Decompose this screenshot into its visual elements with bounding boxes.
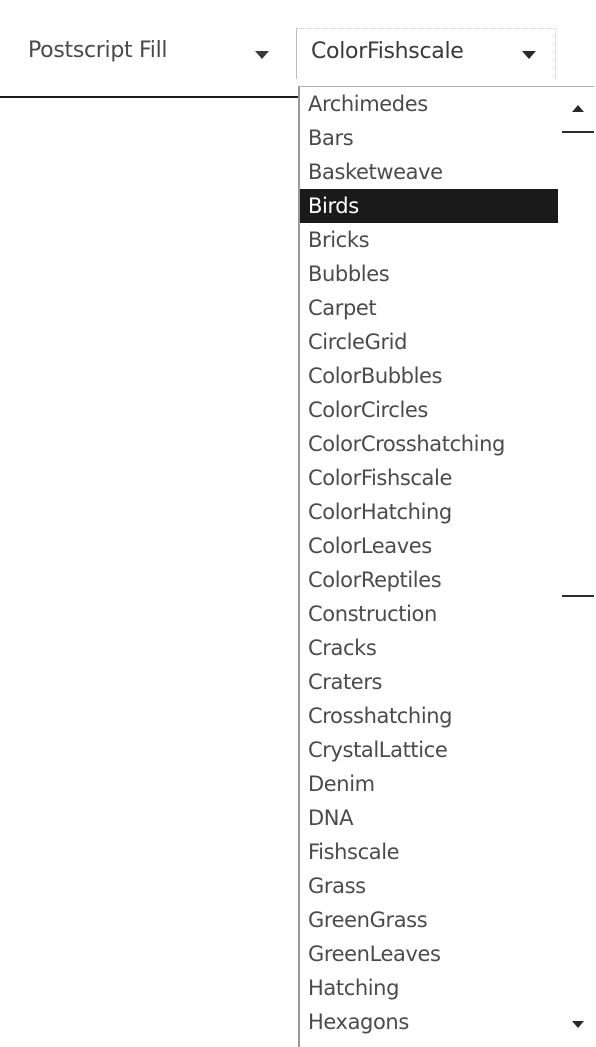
list-item-bars[interactable]: Bars [300,121,562,155]
list-item-denim[interactable]: Denim [300,767,562,801]
fill-toolbar: Postscript Fill ColorFishscale [0,0,596,98]
list-item-crosshatching[interactable]: Crosshatching [300,699,562,733]
list-item-dna[interactable]: DNA [300,801,562,835]
list-item-colorhatching[interactable]: ColorHatching [300,495,562,529]
list-item-circlegrid[interactable]: CircleGrid [300,325,562,359]
scroll-thumb[interactable] [562,131,594,597]
list-item-cracks[interactable]: Cracks [300,631,562,665]
list-item-basketweave[interactable]: Basketweave [300,155,562,189]
list-item-construction[interactable]: Construction [300,597,562,631]
list-item-colorbubbles[interactable]: ColorBubbles [300,359,562,393]
list-item-hexagons[interactable]: Hexagons [300,1005,562,1039]
list-item-bubbles[interactable]: Bubbles [300,257,562,291]
chevron-down-icon[interactable] [248,41,276,69]
pattern-dropdown[interactable]: ColorFishscale [296,28,556,79]
list-item-fishscale[interactable]: Fishscale [300,835,562,869]
list-item-carpet[interactable]: Carpet [300,291,562,325]
list-item-colorfishscale[interactable]: ColorFishscale [300,461,562,495]
pattern-dropdown-list[interactable]: Archimedes Bars Basketweave Birds Bricks Bubb… [298,86,594,1047]
toolbar-divider [0,96,306,98]
pattern-value: ColorFishscale [311,39,464,64]
list-item-colorcircles[interactable]: ColorCircles [300,393,562,427]
list-item-colorcrosshatching[interactable]: ColorCrosshatching [300,427,562,461]
list-item-crystallattice[interactable]: CrystalLattice [300,733,562,767]
pattern-options: Archimedes Bars Basketweave Birds Bricks Bubb… [300,87,562,1039]
list-item-greengrass[interactable]: GreenGrass [300,903,562,937]
list-item-craters[interactable]: Craters [300,665,562,699]
fill-type-value: Postscript Fill [28,38,168,63]
fill-type-dropdown[interactable]: Postscript Fill [18,30,288,76]
list-item-colorleaves[interactable]: ColorLeaves [300,529,562,563]
list-item-birds[interactable]: Birds [300,189,558,223]
list-item-hatching[interactable]: Hatching [300,971,562,1005]
list-scrollbar[interactable] [562,87,594,1045]
scroll-up-arrow-icon[interactable] [564,93,592,123]
list-item-bricks[interactable]: Bricks [300,223,562,257]
list-item-greenleaves[interactable]: GreenLeaves [300,937,562,971]
list-item-colorreptiles[interactable]: ColorReptiles [300,563,562,597]
list-item-archimedes[interactable]: Archimedes [300,87,562,121]
scroll-down-arrow-icon[interactable] [564,1009,592,1039]
list-item-grass[interactable]: Grass [300,869,562,903]
chevron-down-icon[interactable] [515,41,543,69]
